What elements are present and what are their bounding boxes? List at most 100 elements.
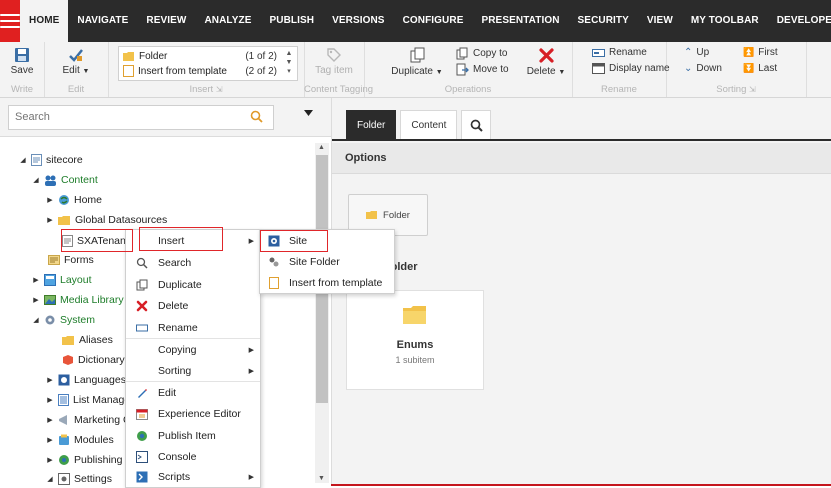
tab-content[interactable]: Content: [400, 110, 458, 140]
tab-analyze[interactable]: ANALYZE: [195, 0, 260, 42]
duplicate-icon: [136, 279, 148, 290]
tree-node-languages[interactable]: ▶ Languages: [46, 371, 126, 389]
collapsed-triangle-icon[interactable]: ▶: [46, 376, 54, 384]
search-icon[interactable]: [250, 110, 263, 123]
collapsed-triangle-icon[interactable]: ▶: [46, 456, 54, 464]
tree-node-media-library[interactable]: ▶ Media Library: [32, 291, 123, 309]
collapsed-triangle-icon[interactable]: ▶: [32, 296, 40, 304]
context-publish-item[interactable]: Publish Item: [126, 425, 260, 446]
collapsed-triangle-icon[interactable]: ▶: [32, 276, 40, 284]
submenu-site[interactable]: Site: [260, 230, 394, 251]
tab-navigate[interactable]: NAVIGATE: [68, 0, 137, 42]
insert-group-label: Insert ⇲: [108, 84, 304, 95]
tab-review[interactable]: REVIEW: [137, 0, 195, 42]
expanded-triangle-icon[interactable]: ◢: [19, 156, 27, 164]
context-duplicate[interactable]: Duplicate: [126, 274, 260, 295]
menu-icon[interactable]: [0, 0, 20, 42]
collapsed-triangle-icon[interactable]: ▶: [46, 416, 54, 424]
sort-last-button[interactable]: ⏬ Last: [743, 63, 777, 74]
tab-underline: [332, 139, 831, 141]
search-input[interactable]: [9, 106, 221, 127]
tree-node-system[interactable]: ◢ System: [32, 311, 95, 329]
expanded-triangle-icon[interactable]: ◢: [32, 316, 40, 324]
collapsed-triangle-icon[interactable]: ▶: [46, 196, 54, 204]
expand-icon[interactable]: ⇲: [749, 85, 756, 94]
scroll-up-icon[interactable]: ▲: [318, 144, 325, 151]
tab-view[interactable]: VIEW: [638, 0, 682, 42]
collapsed-triangle-icon[interactable]: ▶: [46, 216, 54, 224]
tab-presentation[interactable]: PRESENTATION: [472, 0, 568, 42]
insert-from-template-option[interactable]: Insert from template (2 of 2): [123, 64, 277, 78]
context-sorting[interactable]: Sorting ▶: [126, 360, 260, 381]
folder-icon: [403, 306, 426, 324]
tree-node-publishing[interactable]: ▶ Publishing t: [46, 451, 128, 469]
duplicate-button[interactable]: Duplicate ▼: [388, 47, 446, 77]
sort-down-button[interactable]: ⌄ Down: [684, 63, 722, 74]
tab-versions[interactable]: VERSIONS: [323, 0, 393, 42]
rename-button[interactable]: Rename: [592, 47, 647, 58]
tab-folder[interactable]: Folder: [346, 110, 397, 140]
tree-node-label: Marketing C: [74, 414, 131, 426]
display-name-icon: [592, 63, 605, 74]
insert-folder-option[interactable]: Folder (1 of 2): [123, 49, 277, 63]
tree-node-sitecore[interactable]: ◢ sitecore: [19, 151, 83, 169]
last-label: Last: [758, 63, 778, 74]
context-scripts[interactable]: Scripts ▶: [126, 466, 260, 487]
search-options-dropdown-icon[interactable]: [304, 110, 313, 116]
edit-button[interactable]: Edit ▼: [61, 47, 91, 76]
expanded-triangle-icon[interactable]: ◢: [46, 475, 54, 483]
tree-node-content[interactable]: ◢ Content: [32, 171, 98, 189]
scroll-down-icon[interactable]: ▼: [318, 475, 325, 482]
context-edit[interactable]: Edit: [126, 382, 260, 403]
content-people-icon: [45, 175, 56, 186]
expand-icon[interactable]: ⇲: [216, 85, 223, 94]
expanded-triangle-icon[interactable]: ◢: [32, 176, 40, 184]
tree-scrollbar[interactable]: ▲ ▼: [315, 143, 329, 483]
context-console[interactable]: Console: [126, 446, 260, 467]
tab-developer[interactable]: DEVELOPER: [768, 0, 831, 42]
delete-button[interactable]: Delete ▼: [524, 47, 568, 77]
submenu-insert-from-template[interactable]: Insert from template: [260, 272, 394, 293]
save-button[interactable]: Save: [7, 47, 37, 76]
tree-node-marketing[interactable]: ▶ Marketing C: [46, 411, 131, 429]
context-rename[interactable]: Rename: [126, 317, 260, 338]
insert-options-list[interactable]: Folder (1 of 2) Insert from template (2 …: [118, 46, 298, 81]
tree-node-sxatenant[interactable]: SXATenant: [62, 232, 129, 250]
tree-node-dictionary[interactable]: Dictionary: [62, 351, 125, 369]
copy-to-button[interactable]: Copy to: [456, 47, 507, 60]
list-scroll-spinner[interactable]: ▲ ▼ ▾: [283, 49, 295, 76]
display-name-button[interactable]: Display name: [592, 63, 670, 74]
tree-node-modules[interactable]: ▶ Modules: [46, 431, 113, 449]
sort-first-button[interactable]: ⏫ First: [743, 47, 778, 58]
tab-search[interactable]: [461, 110, 492, 140]
move-to-button[interactable]: Move to: [456, 63, 509, 76]
collapsed-triangle-icon[interactable]: ▶: [46, 436, 54, 444]
tag-item-button[interactable]: Tag item: [309, 47, 359, 76]
tree-node-global-datasources[interactable]: ▶ Global Datasources: [46, 211, 167, 229]
sort-up-button[interactable]: ⌃ Up: [684, 47, 709, 58]
enums-card[interactable]: Enums 1 subitem: [346, 290, 484, 390]
context-experience-editor[interactable]: Experience Editor: [126, 403, 260, 424]
options-title: Options: [345, 152, 387, 164]
submenu-site-folder[interactable]: Site Folder: [260, 251, 394, 272]
context-search[interactable]: Search: [126, 252, 260, 273]
context-delete[interactable]: Delete: [126, 295, 260, 316]
tree-node-aliases[interactable]: Aliases: [62, 331, 113, 349]
context-insert[interactable]: Insert ▶: [126, 230, 260, 251]
context-copying[interactable]: Copying ▶: [126, 339, 260, 360]
tab-publish[interactable]: PUBLISH: [260, 0, 323, 42]
tree-node-layout[interactable]: ▶ Layout: [32, 271, 92, 289]
tree-node-settings[interactable]: ◢ Settings: [46, 470, 112, 488]
tab-configure[interactable]: CONFIGURE: [394, 0, 473, 42]
collapsed-triangle-icon[interactable]: ▶: [46, 396, 54, 404]
tree-node-list-manager[interactable]: ▶ List Manage: [46, 391, 130, 409]
ribbon-tabs: HOME NAVIGATE REVIEW ANALYZE PUBLISH VER…: [20, 0, 831, 42]
folder-icon: [123, 51, 134, 61]
tab-my-toolbar[interactable]: MY TOOLBAR: [682, 0, 768, 42]
tree-node-home[interactable]: ▶ Home: [46, 191, 102, 209]
tree-node-forms[interactable]: Forms: [48, 251, 94, 269]
menu-item-label: Edit: [158, 386, 177, 399]
calendar-icon: [136, 408, 148, 420]
tab-home[interactable]: HOME: [20, 0, 69, 42]
tab-security[interactable]: SECURITY: [569, 0, 638, 42]
